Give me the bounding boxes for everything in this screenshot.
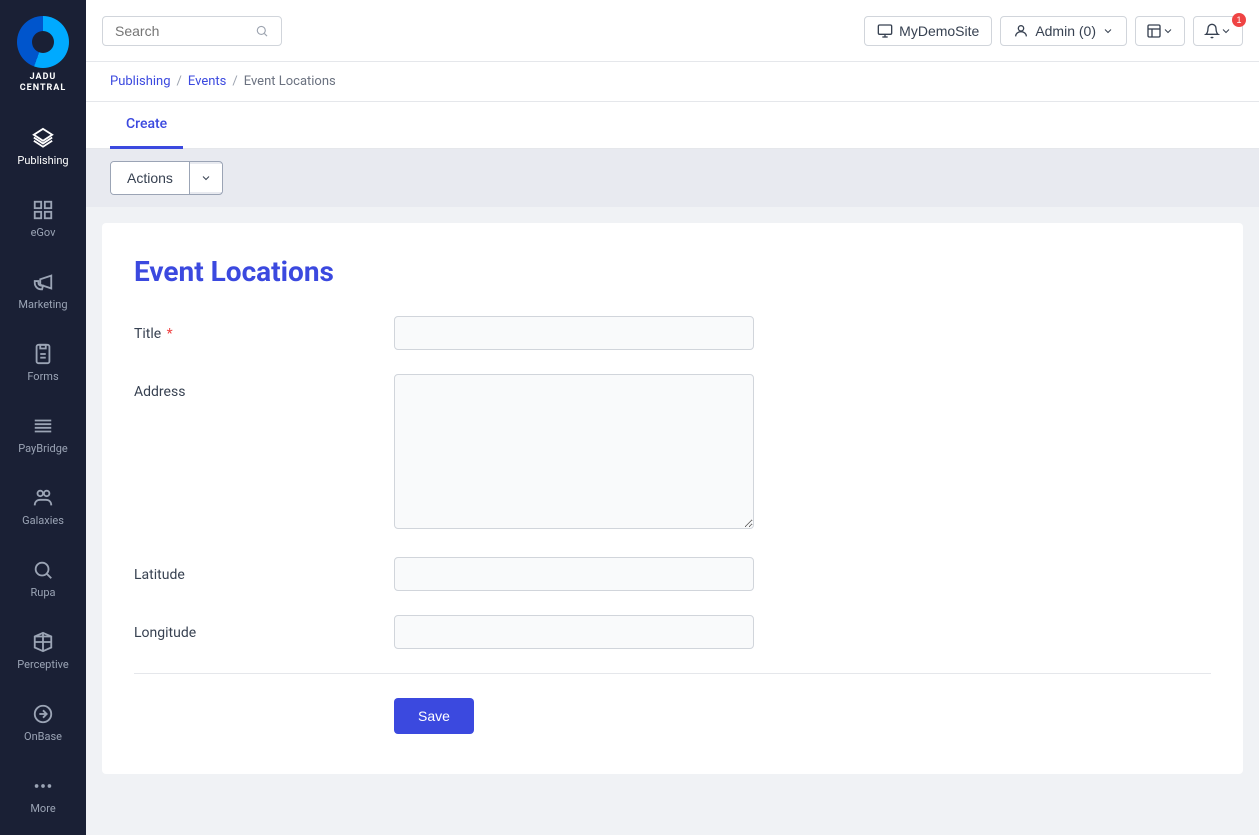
sidebar-item-label: Rupa	[30, 586, 55, 599]
sidebar-item-paybridge[interactable]: PayBridge	[0, 398, 86, 470]
admin-label: Admin (0)	[1035, 23, 1096, 39]
chevron-down-icon	[1220, 25, 1232, 37]
logo-inner	[32, 31, 54, 53]
longitude-input-wrap	[394, 615, 754, 649]
site-button[interactable]: MyDemoSite	[864, 16, 992, 46]
form-row-address: Address	[134, 374, 1211, 533]
people-icon	[31, 486, 55, 510]
grid-icon	[31, 198, 55, 222]
sidebar-item-label: PayBridge	[18, 442, 67, 455]
cube-icon	[31, 630, 55, 654]
monitor-icon	[877, 23, 893, 39]
topbar: MyDemoSite Admin (0)	[86, 0, 1259, 62]
sidebar-item-label: eGov	[31, 226, 56, 239]
page-area: Publishing / Events / Event Locations Cr…	[86, 62, 1259, 835]
breadcrumb-publishing[interactable]: Publishing	[110, 74, 171, 89]
sidebar-item-galaxies[interactable]: Galaxies	[0, 470, 86, 542]
address-textarea[interactable]	[394, 374, 754, 529]
search-icon	[255, 23, 269, 39]
longitude-label: Longitude	[134, 615, 394, 641]
tabs-bar: Create	[86, 102, 1259, 149]
latitude-input-wrap	[394, 557, 754, 591]
menu-icon	[31, 414, 55, 438]
notification-badge: 1	[1232, 13, 1246, 27]
sidebar-item-label: Forms	[27, 370, 58, 383]
layout-icon	[1146, 23, 1162, 39]
breadcrumb-sep-2: /	[232, 74, 237, 89]
layers-icon	[31, 126, 55, 150]
sidebar-item-more[interactable]: More	[0, 758, 86, 830]
longitude-input[interactable]	[394, 615, 754, 649]
sidebar-item-label: Galaxies	[22, 514, 64, 527]
search-box	[102, 16, 282, 46]
user-icon	[1013, 23, 1029, 39]
logo-icon	[17, 16, 69, 68]
layout-button[interactable]	[1135, 16, 1185, 46]
topbar-right: MyDemoSite Admin (0)	[864, 16, 1243, 46]
logo-text: JADUCENTRAL	[20, 72, 66, 94]
form-row-longitude: Longitude	[134, 615, 1211, 649]
megaphone-icon	[31, 270, 55, 294]
title-label: Title *	[134, 316, 394, 342]
form-title: Event Locations	[134, 255, 1211, 288]
bell-icon	[1204, 23, 1220, 39]
save-button[interactable]: Save	[394, 698, 474, 734]
actions-caret-button[interactable]	[190, 164, 222, 192]
required-star: *	[163, 326, 173, 342]
sidebar-item-marketing[interactable]: Marketing	[0, 254, 86, 326]
breadcrumb: Publishing / Events / Event Locations	[110, 74, 1235, 89]
breadcrumb-current: Event Locations	[244, 74, 336, 89]
form-divider	[134, 673, 1211, 674]
admin-button[interactable]: Admin (0)	[1000, 16, 1127, 46]
breadcrumb-events[interactable]: Events	[188, 74, 226, 89]
sidebar-item-label: OnBase	[24, 730, 62, 743]
sidebar-item-label: Marketing	[18, 298, 67, 311]
chevron-down-icon	[1102, 25, 1114, 37]
breadcrumb-sep-1: /	[177, 74, 182, 89]
sidebar-item-publishing[interactable]: Publishing	[0, 110, 86, 182]
sidebar-item-label: Publishing	[17, 154, 68, 167]
notifications-button[interactable]: 1	[1193, 16, 1243, 46]
form-row-title: Title *	[134, 316, 1211, 350]
sidebar-item-forms[interactable]: Forms	[0, 326, 86, 398]
address-label: Address	[134, 374, 394, 400]
form-container: Event Locations Title * Address Latitud	[102, 223, 1243, 774]
latitude-input[interactable]	[394, 557, 754, 591]
address-input-wrap	[394, 374, 754, 533]
chevron-down-icon	[200, 172, 212, 184]
chevron-down-icon	[1162, 25, 1174, 37]
latitude-label: Latitude	[134, 557, 394, 583]
sidebar-item-label: More	[30, 802, 55, 815]
breadcrumb-bar: Publishing / Events / Event Locations	[86, 62, 1259, 102]
actions-bar: Actions	[86, 149, 1259, 207]
sidebar-item-egov[interactable]: eGov	[0, 182, 86, 254]
title-input[interactable]	[394, 316, 754, 350]
sidebar-item-onbase[interactable]: OnBase	[0, 686, 86, 758]
actions-dropdown: Actions	[110, 161, 223, 195]
tab-create[interactable]: Create	[110, 102, 183, 149]
arrow-right-circle-icon	[31, 702, 55, 726]
search-circle-icon	[31, 558, 55, 582]
search-input[interactable]	[115, 23, 247, 39]
sidebar: JADUCENTRAL Publishing eGov	[0, 0, 86, 835]
sidebar-item-rupa[interactable]: Rupa	[0, 542, 86, 614]
actions-button[interactable]: Actions	[111, 162, 190, 194]
main-content: MyDemoSite Admin (0)	[86, 0, 1259, 835]
sidebar-item-perceptive[interactable]: Perceptive	[0, 614, 86, 686]
sidebar-logo: JADUCENTRAL	[0, 0, 86, 110]
site-label: MyDemoSite	[899, 23, 979, 39]
clipboard-icon	[31, 342, 55, 366]
sidebar-item-label: Perceptive	[17, 658, 68, 671]
title-input-wrap	[394, 316, 754, 350]
form-row-latitude: Latitude	[134, 557, 1211, 591]
dots-icon	[31, 774, 55, 798]
